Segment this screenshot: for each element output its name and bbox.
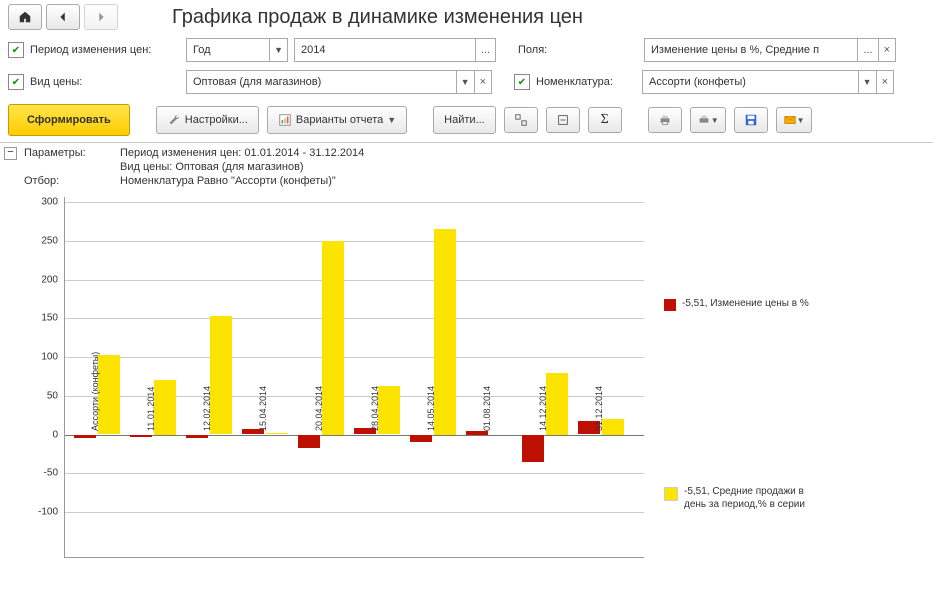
bar-yellow	[322, 241, 344, 435]
price-type-label: Вид цены:	[30, 76, 180, 88]
toolbar: Сформировать Настройки... Варианты отчет…	[0, 98, 933, 143]
period-label: Период изменения цен:	[30, 44, 180, 56]
expand-icon-button[interactable]	[504, 107, 538, 133]
email-icon-button[interactable]: ▼	[776, 107, 812, 133]
fields-select[interactable]: Изменение цены в %, Средние п ... ×	[644, 38, 896, 62]
bar-yellow	[266, 433, 288, 435]
save-icon-button[interactable]	[734, 107, 768, 133]
y-tick: 150	[41, 313, 58, 324]
legend-item-red: -5,51, Изменение цены в %	[664, 297, 824, 311]
sum-icon-button[interactable]: Σ	[588, 107, 622, 133]
report-icon	[278, 113, 292, 127]
y-tick: -50	[44, 468, 58, 479]
y-tick: -100	[38, 507, 58, 518]
x-label: 31.12.2014	[594, 385, 604, 430]
collapse-toggle[interactable]: −	[4, 147, 17, 160]
y-tick: 200	[41, 274, 58, 285]
variants-button[interactable]: Варианты отчета ▼	[267, 106, 407, 134]
bar-red	[186, 435, 208, 439]
x-label: Ассорти (конфеты)	[90, 351, 100, 430]
price-type-select[interactable]: Оптовая (для магазинов) ▼ ×	[186, 70, 492, 94]
home-button[interactable]	[8, 4, 42, 30]
report-area: − Параметры: Период изменения цен: 01.01…	[0, 143, 933, 561]
form-button[interactable]: Сформировать	[8, 104, 130, 136]
legend-swatch-yellow	[664, 487, 678, 501]
bar-yellow	[434, 229, 456, 434]
params-period: Период изменения цен: 01.01.2014 - 31.12…	[120, 147, 364, 159]
chevron-down-icon[interactable]: ▼	[858, 71, 876, 93]
bar-red	[298, 435, 320, 449]
dots-icon[interactable]: ...	[475, 39, 495, 61]
x-label: 01.08.2014	[482, 385, 492, 430]
legend-swatch-red	[664, 299, 676, 311]
fields-label: Поля:	[518, 44, 638, 56]
period-unit-select[interactable]: Год ▼	[186, 38, 288, 62]
bar-yellow	[378, 386, 400, 435]
x-label: 11.01.2014	[146, 386, 156, 430]
price-type-checkbox[interactable]	[8, 74, 24, 90]
chevron-down-icon[interactable]: ▼	[456, 71, 474, 93]
clear-icon[interactable]: ×	[878, 39, 895, 61]
back-button[interactable]	[46, 4, 80, 30]
forward-button[interactable]	[84, 4, 118, 30]
find-button[interactable]: Найти...	[433, 106, 496, 134]
filter-value: Номенклатура Равно "Ассорти (конфеты)"	[120, 175, 336, 187]
params-price: Вид цены: Оптовая (для магазинов)	[120, 161, 304, 173]
bar-red	[466, 431, 488, 435]
filter-row-1: Период изменения цен: Год ▼ 2014 ... Пол…	[0, 34, 933, 66]
chevron-down-icon[interactable]: ▼	[269, 39, 287, 61]
bar-yellow	[210, 316, 232, 435]
y-tick: 0	[52, 429, 58, 440]
x-label: 14.05.2014	[426, 385, 436, 430]
filter-row-2: Вид цены: Оптовая (для магазинов) ▼ × Но…	[0, 66, 933, 98]
page-title: Графика продаж в динамике изменения цен	[172, 6, 583, 29]
nomen-label: Номенклатура:	[536, 76, 636, 88]
bar-red	[522, 435, 544, 462]
x-label: 14.12.2014	[538, 385, 548, 430]
period-checkbox[interactable]	[8, 42, 24, 58]
y-tick: 300	[41, 197, 58, 208]
nomen-select[interactable]: Ассорти (конфеты) ▼ ×	[642, 70, 894, 94]
filter-label: Отбор:	[24, 175, 104, 187]
bar-red	[410, 435, 432, 443]
bar-red	[130, 435, 152, 437]
y-tick: 100	[41, 352, 58, 363]
legend-item-yellow: -5,51, Средние продажи в день за период,…	[664, 485, 824, 511]
bar-yellow	[602, 419, 624, 435]
top-navbar: Графика продаж в динамике изменения цен	[0, 0, 933, 34]
wrench-icon	[167, 113, 181, 127]
print-dropdown-button[interactable]: ▼	[690, 107, 726, 133]
x-label: 28.04.2014	[370, 385, 380, 430]
clear-icon[interactable]: ×	[876, 71, 893, 93]
bar-yellow	[154, 380, 176, 434]
collapse-icon-button[interactable]	[546, 107, 580, 133]
bar-yellow	[546, 373, 568, 435]
chart-legend: -5,51, Изменение цены в % -5,51, Средние…	[644, 197, 824, 557]
x-label: 20.04.2014	[314, 385, 324, 430]
settings-button[interactable]: Настройки...	[156, 106, 259, 134]
x-label: 15.04.2014	[258, 385, 268, 430]
clear-icon[interactable]: ×	[474, 71, 491, 93]
y-tick: 250	[41, 235, 58, 246]
x-label: 12.02.2014	[202, 385, 212, 430]
dots-icon[interactable]: ...	[857, 39, 877, 61]
chart: -100 -50 0 50 100 150 200 250 300 Ассорти (конфе…	[24, 197, 929, 557]
bar-red	[74, 435, 96, 439]
print-icon-button[interactable]	[648, 107, 682, 133]
y-tick: 50	[47, 390, 58, 401]
params-label: Параметры:	[24, 147, 104, 159]
bar-yellow	[98, 355, 120, 434]
period-year-select[interactable]: 2014 ...	[294, 38, 496, 62]
nomen-checkbox[interactable]	[514, 74, 530, 90]
